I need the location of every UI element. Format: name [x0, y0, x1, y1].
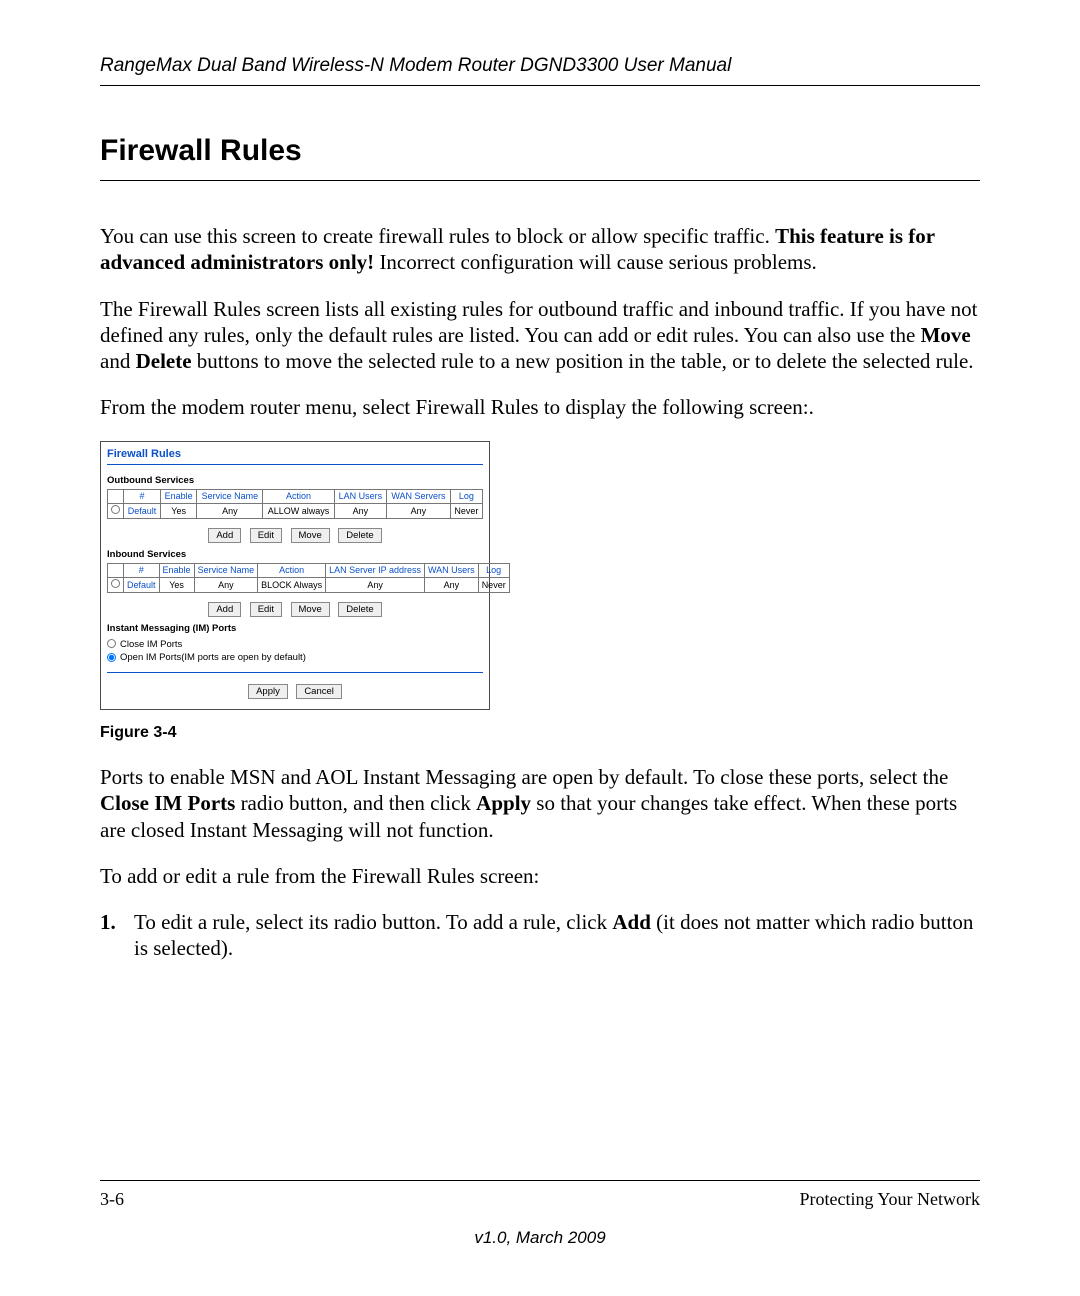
figure-caption: Figure 3-4 [100, 724, 980, 742]
outbound-heading: Outbound Services [107, 475, 483, 486]
running-header: RangeMax Dual Band Wireless-N Modem Rout… [100, 55, 980, 86]
divider [107, 672, 483, 673]
close-im-option[interactable]: Close IM Ports [107, 638, 483, 651]
col-lan: LAN Users [334, 489, 387, 503]
paragraph-intro: You can use this screen to create firewa… [100, 223, 980, 276]
delete-button[interactable]: Delete [338, 602, 381, 617]
col-enable: Enable [160, 489, 196, 503]
page-footer: 3-6 Protecting Your Network v1.0, March … [100, 1180, 980, 1248]
col-action: Action [258, 563, 326, 577]
paragraph-overview: The Firewall Rules screen lists all exis… [100, 296, 980, 375]
table-row: Default Yes Any ALLOW always Any Any Nev… [108, 503, 483, 518]
im-options: Close IM Ports Open IM Ports(IM ports ar… [107, 638, 483, 665]
text: and [100, 349, 136, 373]
table-row: Default Yes Any BLOCK Always Any Any Nev… [108, 577, 510, 592]
footer-rule [100, 1180, 980, 1181]
outbound-buttons: Add Edit Move Delete [107, 525, 483, 543]
section-heading: Firewall Rules [100, 134, 980, 181]
paragraph-add-edit: To add or edit a rule from the Firewall … [100, 863, 980, 889]
add-bold: Add [612, 910, 651, 934]
figure-container: Firewall Rules Outbound Services # Enabl… [100, 441, 980, 743]
cell: Any [326, 577, 425, 592]
row-radio[interactable] [108, 503, 124, 518]
screenshot-title: Firewall Rules [107, 446, 483, 462]
cell: Any [425, 577, 479, 592]
im-heading: Instant Messaging (IM) Ports [107, 623, 483, 634]
step-number: 1. [100, 909, 134, 962]
cell: Any [334, 503, 387, 518]
close-im-bold: Close IM Ports [100, 791, 235, 815]
outbound-table: # Enable Service Name Action LAN Users W… [107, 489, 483, 519]
col-radio [108, 563, 124, 577]
cell: Never [450, 503, 482, 518]
col-num: # [124, 563, 160, 577]
steps-list: 1. To edit a rule, select its radio butt… [100, 909, 980, 962]
text: You can use this screen to create firewa… [100, 224, 775, 248]
move-button[interactable]: Move [291, 602, 330, 617]
open-im-option[interactable]: Open IM Ports(IM ports are open by defau… [107, 651, 483, 664]
cell: BLOCK Always [258, 577, 326, 592]
col-action: Action [263, 489, 334, 503]
row-num: Default [124, 503, 161, 518]
inbound-table: # Enable Service Name Action LAN Server … [107, 563, 510, 593]
footer-line: 3-6 Protecting Your Network [100, 1189, 980, 1210]
table-header-row: # Enable Service Name Action LAN Server … [108, 563, 510, 577]
cell: Never [478, 577, 509, 592]
apply-cancel-row: Apply Cancel [107, 681, 483, 699]
cell: Yes [159, 577, 194, 592]
edit-button[interactable]: Edit [250, 528, 282, 543]
table-header-row: # Enable Service Name Action LAN Users W… [108, 489, 483, 503]
text: Incorrect configuration will cause serio… [374, 250, 817, 274]
close-im-label: Close IM Ports [120, 639, 182, 650]
apply-bold: Apply [476, 791, 531, 815]
col-service: Service Name [194, 563, 258, 577]
col-num: # [124, 489, 161, 503]
cancel-button[interactable]: Cancel [296, 684, 342, 699]
cell: Any [197, 503, 263, 518]
row-radio[interactable] [108, 577, 124, 592]
inbound-buttons: Add Edit Move Delete [107, 599, 483, 617]
col-wan: WAN Users [425, 563, 479, 577]
col-lan-ip: LAN Server IP address [326, 563, 425, 577]
rule-radio[interactable] [111, 505, 120, 514]
cell: ALLOW always [263, 503, 334, 518]
move-button[interactable]: Move [291, 528, 330, 543]
page-number: 3-6 [100, 1189, 124, 1210]
delete-button[interactable]: Delete [338, 528, 381, 543]
firewall-screenshot: Firewall Rules Outbound Services # Enabl… [100, 441, 490, 711]
text: To edit a rule, select its radio button.… [134, 910, 612, 934]
row-num: Default [124, 577, 160, 592]
cell: Any [387, 503, 451, 518]
inbound-heading: Inbound Services [107, 549, 483, 560]
col-radio [108, 489, 124, 503]
paragraph-instruction: From the modem router menu, select Firew… [100, 394, 980, 420]
col-log: Log [450, 489, 482, 503]
rule-radio[interactable] [111, 579, 120, 588]
text: The Firewall Rules screen lists all exis… [100, 297, 978, 347]
close-im-radio[interactable] [107, 639, 116, 648]
text: Ports to enable MSN and AOL Instant Mess… [100, 765, 948, 789]
open-im-label: Open IM Ports(IM ports are open by defau… [120, 652, 306, 663]
divider [107, 464, 483, 465]
add-button[interactable]: Add [208, 602, 241, 617]
edit-button[interactable]: Edit [250, 602, 282, 617]
cell: Yes [160, 503, 196, 518]
chapter-title: Protecting Your Network [800, 1189, 981, 1210]
col-log: Log [478, 563, 509, 577]
add-button[interactable]: Add [208, 528, 241, 543]
col-service: Service Name [197, 489, 263, 503]
col-wan: WAN Servers [387, 489, 451, 503]
text: radio button, and then click [235, 791, 476, 815]
text: buttons to move the selected rule to a n… [192, 349, 974, 373]
move-label: Move [921, 323, 971, 347]
step-1: 1. To edit a rule, select its radio butt… [100, 909, 980, 962]
cell: Any [194, 577, 258, 592]
open-im-radio[interactable] [107, 653, 116, 662]
step-text: To edit a rule, select its radio button.… [134, 909, 980, 962]
apply-button[interactable]: Apply [248, 684, 288, 699]
paragraph-im-ports: Ports to enable MSN and AOL Instant Mess… [100, 764, 980, 843]
delete-label: Delete [136, 349, 192, 373]
col-enable: Enable [159, 563, 194, 577]
version-line: v1.0, March 2009 [100, 1228, 980, 1248]
